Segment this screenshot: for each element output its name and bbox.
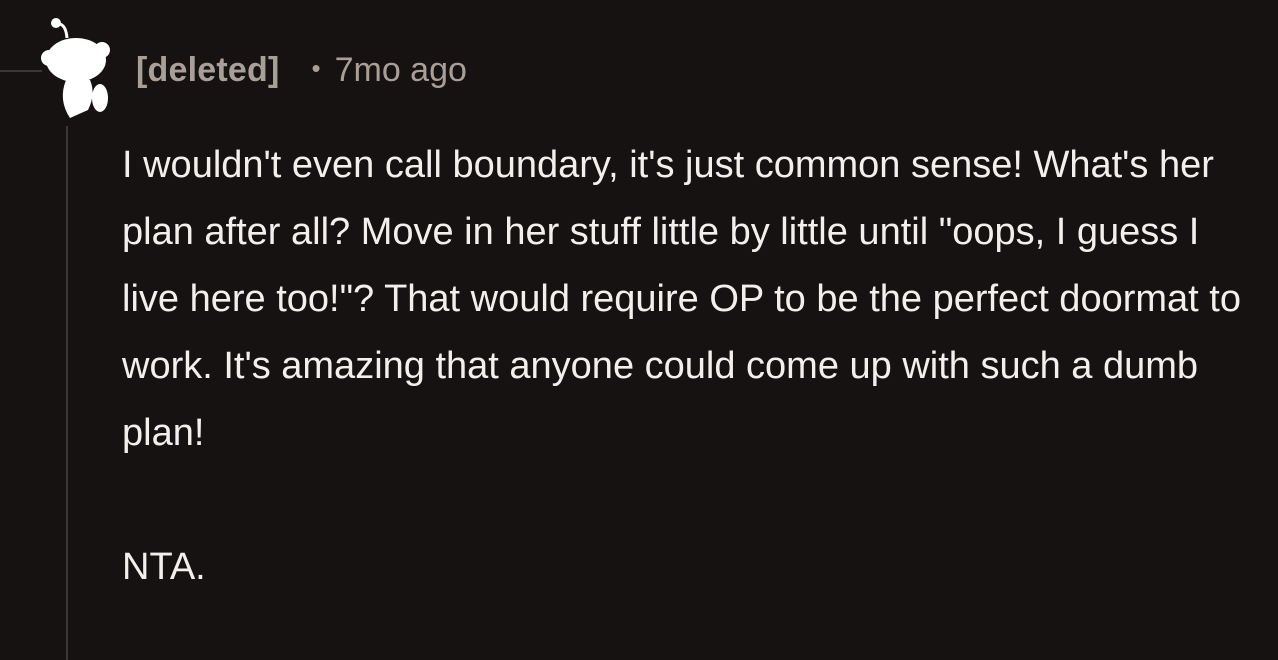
separator-dot: •: [311, 52, 321, 83]
author-name[interactable]: [deleted]: [136, 51, 279, 90]
snoo-avatar-icon[interactable]: [36, 14, 116, 122]
comment-body: I wouldn't even call boundary, it's just…: [122, 132, 1252, 601]
comment-paragraph: I wouldn't even call boundary, it's just…: [122, 144, 1241, 454]
comment-paragraph: NTA.: [122, 546, 206, 588]
comment-header: [deleted] • 7mo ago: [136, 46, 467, 94]
thread-line[interactable]: [66, 126, 68, 660]
timestamp[interactable]: 7mo ago: [335, 51, 467, 90]
comment: [deleted] • 7mo ago I wouldn't even call…: [0, 0, 1278, 660]
